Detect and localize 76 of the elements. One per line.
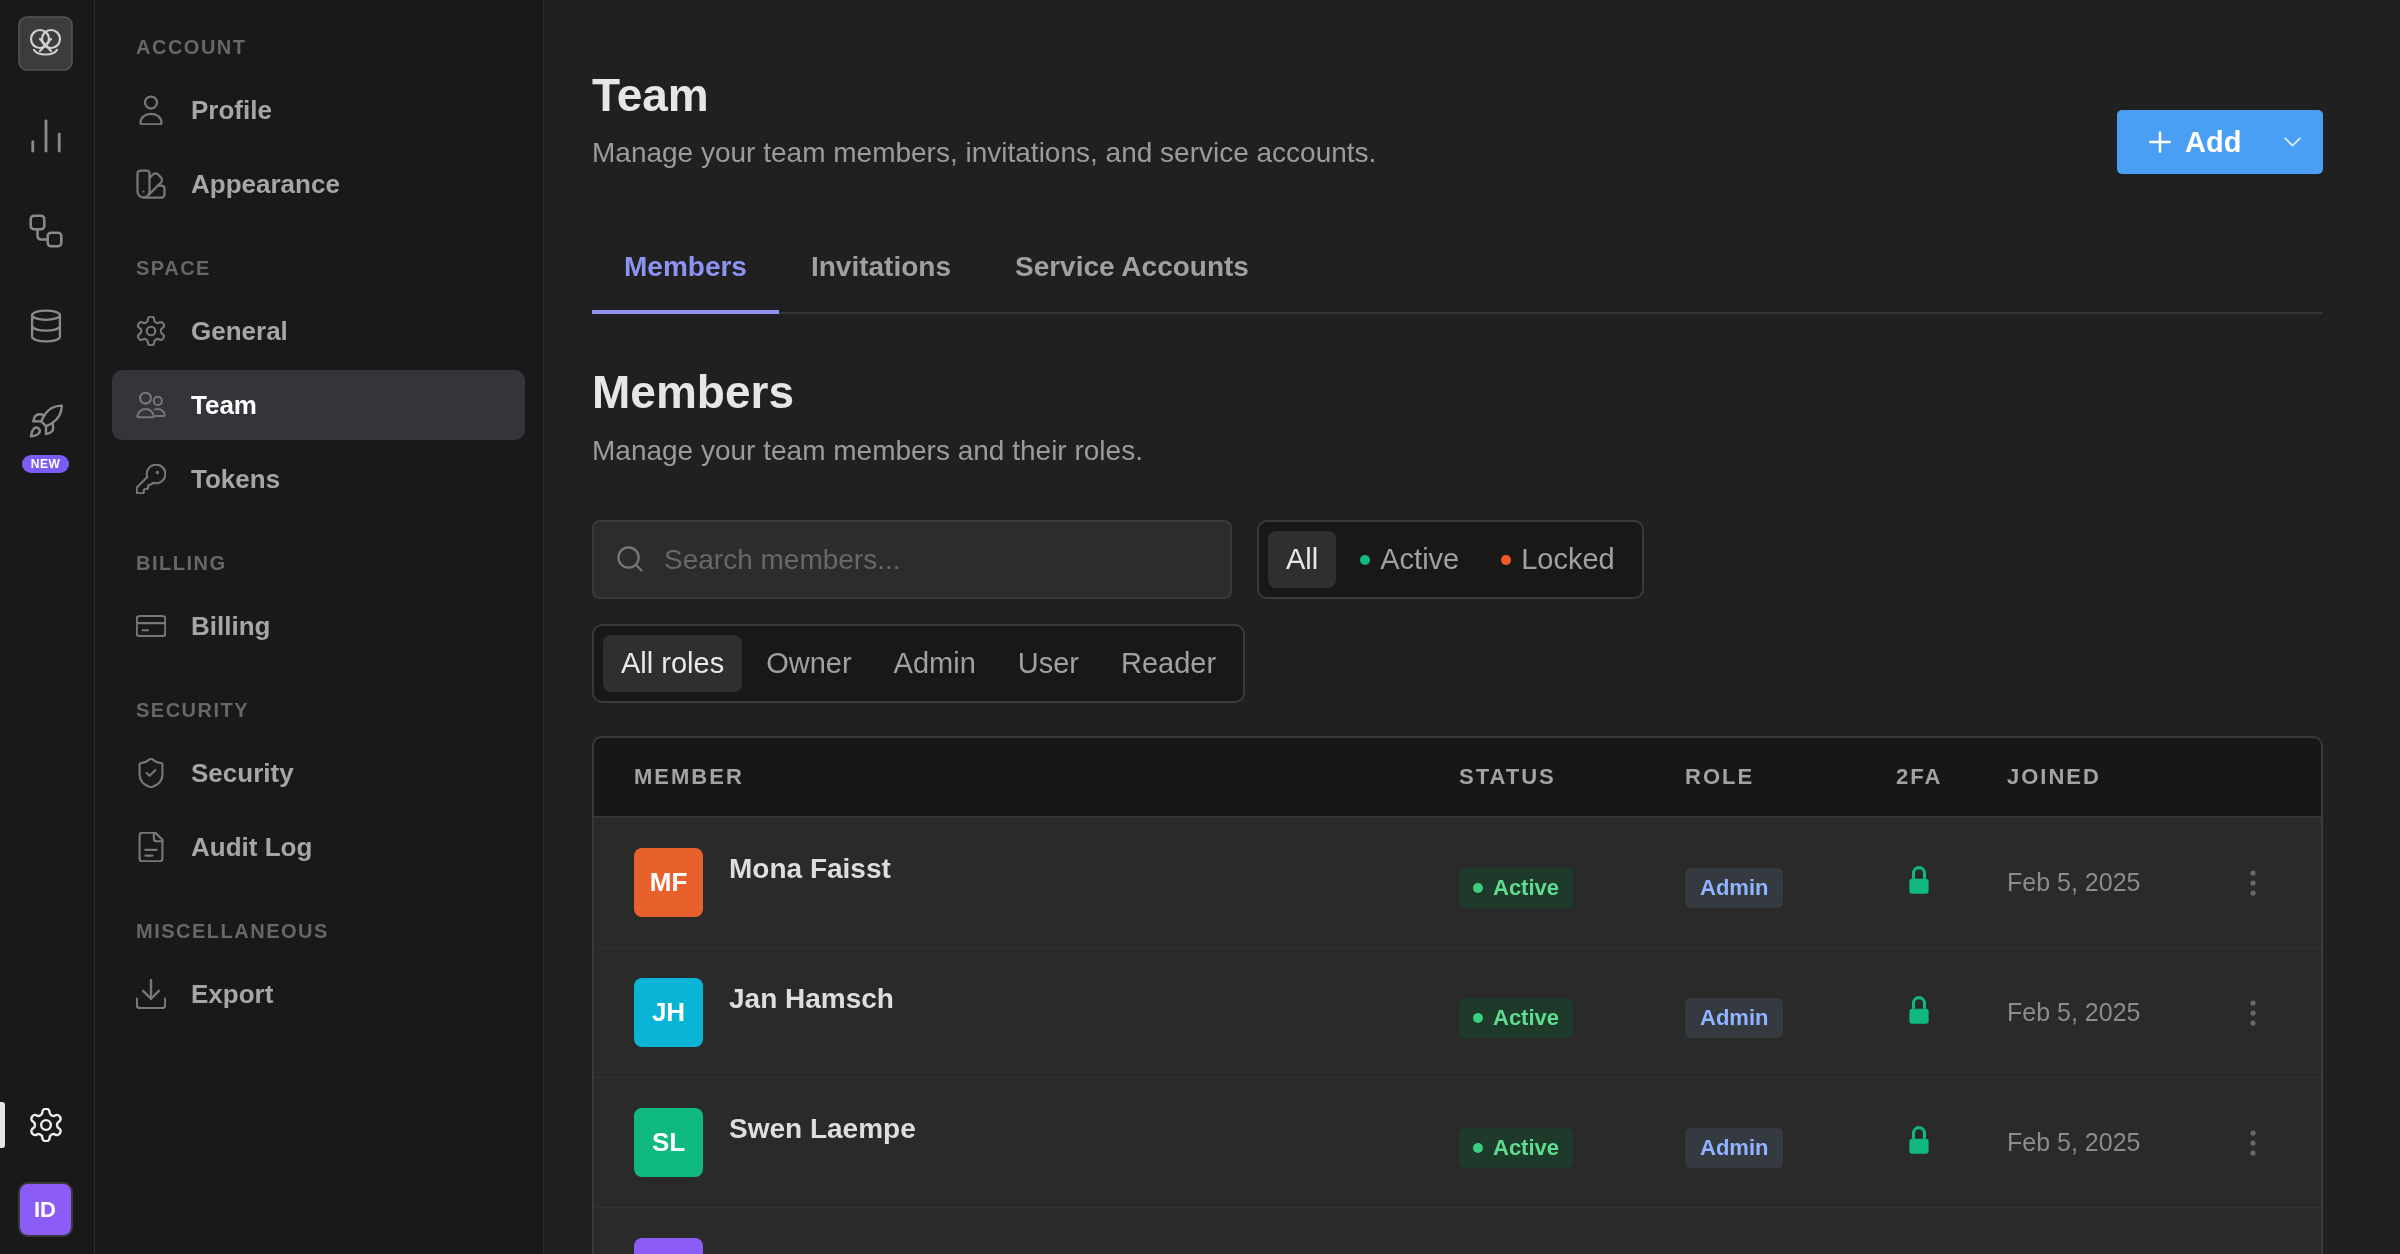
joined-date: Feb 5, 2025 [2007, 1128, 2141, 1157]
tab[interactable]: Members [592, 234, 779, 314]
column-header: STATUS [1459, 764, 1557, 790]
search-field[interactable]: Search members... [592, 520, 1232, 599]
member-avatar: JH [634, 978, 703, 1047]
nav-item[interactable]: Profile [112, 75, 525, 145]
role-filter-option[interactable]: Admin [875, 635, 994, 692]
section-label: ACCOUNT [136, 35, 247, 59]
status-dot [1473, 882, 1483, 893]
status-label: Active [1493, 1004, 1560, 1031]
status-filter-option[interactable]: All [1268, 531, 1337, 588]
section-label: SPACE [136, 256, 211, 280]
member-avatar: MF [634, 848, 703, 917]
person-icon [136, 95, 166, 125]
rocket-icon [28, 404, 63, 438]
nav-item[interactable]: Tokens [112, 444, 525, 514]
more-icon [2250, 999, 2256, 1026]
active-indicator [0, 1102, 5, 1148]
section-label: MISCELLANEOUS [136, 919, 329, 943]
member-name: Jan Hamsch [729, 982, 894, 1016]
section-title: Members [592, 365, 794, 420]
page-title: Team [592, 68, 709, 123]
more-icon [2250, 1129, 2256, 1156]
role-filter-option[interactable]: Owner [748, 635, 870, 692]
member-name: Mona Faisst [729, 852, 891, 886]
nav-item[interactable]: Billing [112, 591, 525, 661]
section-label: SECURITY [136, 698, 250, 722]
page-subtitle: Manage your team members, invitations, and service accounts. [592, 136, 1377, 170]
key-icon [136, 464, 166, 494]
plus-icon [2149, 131, 2171, 153]
status-label: Active [1493, 874, 1560, 901]
logo-icon [17, 16, 73, 71]
search-icon [617, 546, 643, 572]
member-avatar: SL [634, 1108, 703, 1177]
nav-item[interactable]: Export [112, 959, 525, 1029]
role-badge: Admin [1685, 997, 1784, 1038]
role-filter-option[interactable]: User [999, 635, 1097, 692]
people-icon [136, 390, 166, 420]
column-header: 2FA [1896, 764, 1944, 790]
download-icon [136, 979, 166, 1009]
column-header: JOINED [2007, 764, 2102, 790]
joined-date: Feb 5, 2025 [2007, 998, 2141, 1027]
database-icon [28, 309, 63, 343]
settings-icon [28, 1108, 63, 1142]
tab[interactable]: Invitations [778, 234, 983, 314]
document-icon [136, 832, 166, 862]
role-filter-option[interactable]: Reader [1103, 635, 1235, 692]
section-label: BILLING [136, 551, 227, 575]
joined-date: Feb 5, 2025 [2007, 868, 2141, 897]
shield-check-icon [136, 758, 166, 788]
chevron-down-icon [2284, 137, 2301, 147]
nav-item[interactable]: Security [112, 738, 525, 808]
status-filter-option[interactable]: Locked [1483, 531, 1633, 588]
nav-item[interactable]: Audit Log [112, 812, 525, 882]
swatch-book-icon [136, 169, 166, 199]
status-dot [1473, 1142, 1483, 1153]
more-icon [2250, 869, 2256, 896]
nav-item[interactable]: Appearance [112, 149, 525, 219]
role-filter-option[interactable]: All roles [603, 635, 743, 692]
role-badge: Admin [1685, 1127, 1784, 1168]
new-badge: NEW [21, 455, 70, 473]
tab[interactable]: Service Accounts [982, 234, 1281, 314]
linked-squares-icon [28, 214, 63, 248]
bar-chart-icon [28, 119, 63, 153]
column-header: ROLE [1685, 764, 1756, 790]
column-header: MEMBER [634, 764, 745, 790]
nav-item[interactable]: Team [112, 370, 525, 440]
section-subtitle: Manage your team members and their roles. [592, 434, 1143, 468]
member-name: Swen Laempe [729, 1112, 916, 1146]
settings-icon [136, 316, 166, 346]
role-badge: Admin [1685, 867, 1784, 908]
nav-item[interactable]: General [112, 296, 525, 366]
status-label: Active [1493, 1134, 1560, 1161]
status-dot [1473, 1012, 1483, 1023]
status-filter-option[interactable]: Active [1342, 531, 1478, 588]
user-avatar[interactable]: ID [17, 1182, 73, 1237]
